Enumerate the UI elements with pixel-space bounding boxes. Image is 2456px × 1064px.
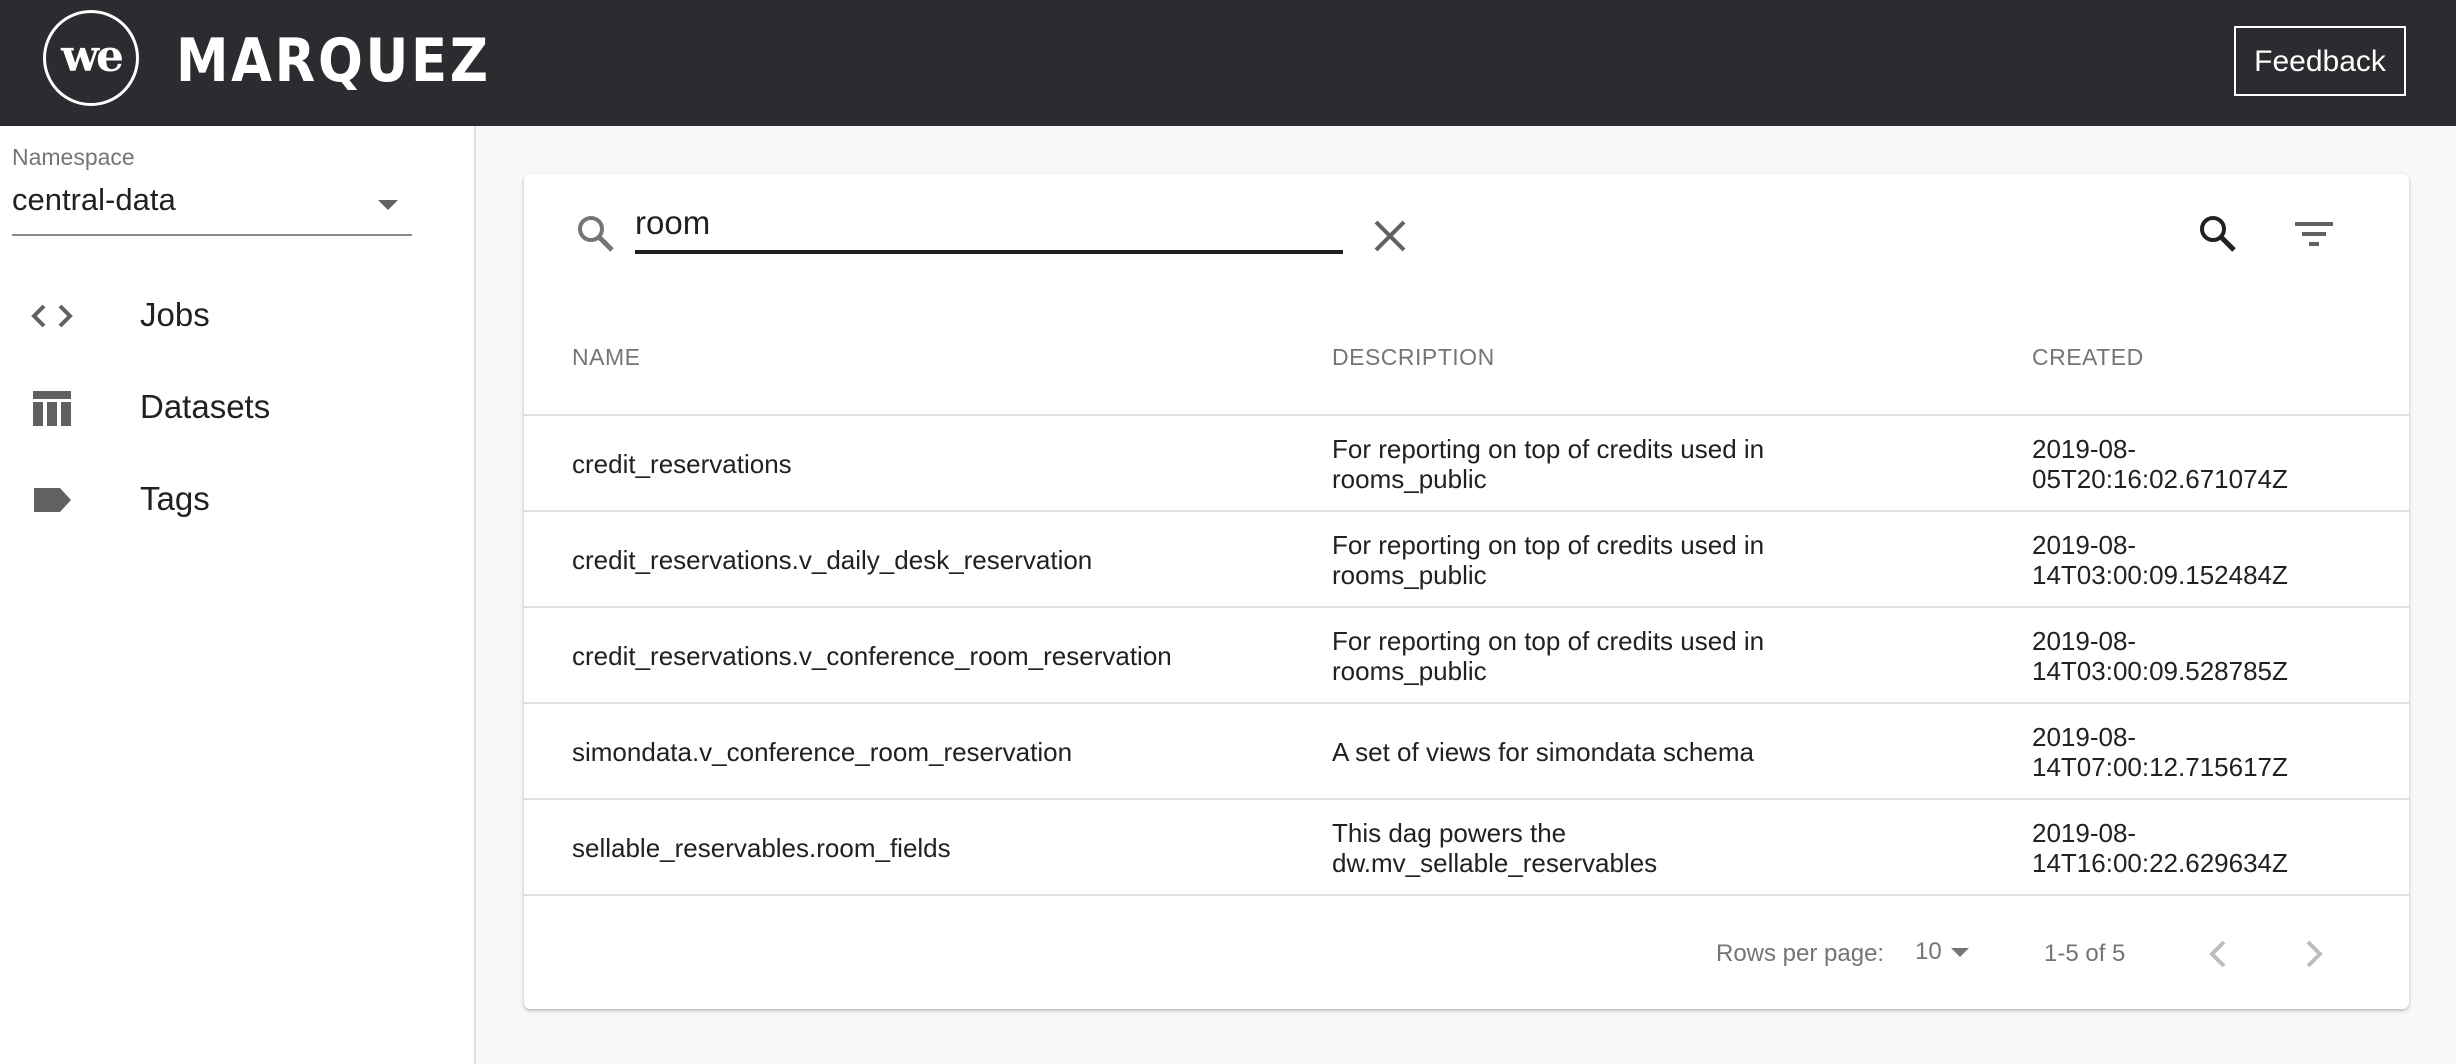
dataset-created: 2019-08- 14T03:00:09.152484Z — [2032, 530, 2332, 590]
code-icon — [31, 304, 73, 328]
datasets-card: NAME DESCRIPTION CREATED credit_reservat… — [524, 174, 2409, 1009]
namespace-value: central-data — [12, 182, 176, 217]
sidebar-item-tags[interactable]: Tags — [0, 460, 474, 540]
sidebar-item-datasets[interactable]: Datasets — [0, 368, 474, 448]
chevron-right-icon[interactable] — [2296, 934, 2332, 974]
description-line: dw.mv_sellable_reservables — [1332, 848, 1658, 878]
created-line: 05T20:16:02.671074Z — [2032, 464, 2288, 494]
created-line: 2019-08- — [2032, 722, 2137, 752]
description-line: rooms_public — [1332, 656, 1487, 686]
sidebar-item-jobs[interactable]: Jobs — [0, 276, 474, 356]
table-row[interactable]: sellable_reservables.room_fields This da… — [524, 800, 2409, 896]
created-line: 2019-08- — [2032, 530, 2137, 560]
description-line: This dag powers the — [1332, 818, 1567, 848]
table-row[interactable]: simondata.v_conference_room_reservation … — [524, 704, 2409, 800]
app-bar: we MARQUEZ Feedback — [0, 0, 2456, 126]
pagination-range: 1-5 of 5 — [2044, 940, 2126, 967]
dataset-name[interactable]: simondata.v_conference_room_reservation — [572, 737, 1072, 767]
search-icon — [578, 216, 614, 252]
created-line: 2019-08- — [2032, 626, 2137, 656]
dataset-name[interactable]: credit_reservations.v_daily_desk_reserva… — [572, 545, 1092, 575]
rows-per-page-value: 10 — [1915, 938, 1942, 965]
dataset-name[interactable]: credit_reservations — [572, 449, 792, 479]
sidebar: Namespace central-data Jobs Datasets Tag… — [0, 126, 476, 1064]
sidebar-item-label: Datasets — [140, 388, 271, 425]
table-row[interactable]: credit_reservations For reporting on top… — [524, 416, 2409, 512]
description-line: rooms_public — [1332, 464, 1487, 494]
column-header-created[interactable]: CREATED — [2032, 344, 2144, 371]
close-icon[interactable] — [1372, 218, 1408, 254]
dataset-description: A set of views for simondata schema — [1332, 737, 1812, 767]
dataset-name[interactable]: sellable_reservables.room_fields — [572, 833, 951, 863]
description-line: For reporting on top of credits used in — [1332, 530, 1765, 560]
dataset-created: 2019-08- 14T07:00:12.715617Z — [2032, 722, 2332, 782]
label-icon — [34, 488, 71, 512]
created-line: 14T03:00:09.152484Z — [2032, 560, 2288, 590]
description-line: A set of views for simondata schema — [1332, 737, 1754, 767]
search-icon[interactable] — [2196, 212, 2240, 256]
created-line: 14T07:00:12.715617Z — [2032, 752, 2288, 782]
dataset-created: 2019-08- 14T03:00:09.528785Z — [2032, 626, 2332, 686]
dataset-description: For reporting on top of credits used in … — [1332, 626, 1812, 686]
created-line: 14T16:00:22.629634Z — [2032, 848, 2288, 878]
description-line: For reporting on top of credits used in — [1332, 434, 1765, 464]
created-line: 14T03:00:09.528785Z — [2032, 656, 2288, 686]
table-row[interactable]: credit_reservations.v_conference_room_re… — [524, 608, 2409, 704]
namespace-label: Namespace — [12, 144, 135, 170]
namespace-select[interactable]: central-data — [12, 182, 412, 236]
description-line: For reporting on top of credits used in — [1332, 626, 1765, 656]
feedback-button[interactable]: Feedback — [2234, 26, 2406, 96]
dataset-created: 2019-08- 05T20:16:02.671074Z — [2032, 434, 2332, 494]
brand-title[interactable]: MARQUEZ — [176, 26, 491, 96]
dataset-name[interactable]: credit_reservations.v_conference_room_re… — [572, 641, 1172, 671]
we-logo[interactable]: we — [43, 10, 139, 106]
sidebar-item-label: Tags — [140, 480, 210, 517]
table-row[interactable]: credit_reservations.v_daily_desk_reserva… — [524, 512, 2409, 608]
chevron-down-icon — [1951, 948, 1969, 957]
description-line: rooms_public — [1332, 560, 1487, 590]
column-header-name[interactable]: NAME — [572, 344, 640, 371]
dataset-description: For reporting on top of credits used in … — [1332, 434, 1812, 494]
chevron-down-icon — [378, 200, 398, 210]
search-input[interactable] — [635, 196, 1343, 254]
column-header-description[interactable]: DESCRIPTION — [1332, 344, 1495, 371]
logo-text: we — [61, 30, 124, 82]
created-line: 2019-08- — [2032, 818, 2137, 848]
dataset-created: 2019-08- 14T16:00:22.629634Z — [2032, 818, 2332, 878]
sidebar-item-label: Jobs — [140, 296, 210, 333]
dataset-description: This dag powers the dw.mv_sellable_reser… — [1332, 818, 1812, 878]
created-line: 2019-08- — [2032, 434, 2137, 464]
filter-list-icon[interactable] — [2292, 214, 2336, 254]
rows-per-page-label: Rows per page: — [1716, 940, 1885, 967]
chevron-left-icon[interactable] — [2200, 934, 2236, 974]
dataset-description: For reporting on top of credits used in … — [1332, 530, 1812, 590]
table-icon — [33, 391, 71, 426]
rows-per-page-select[interactable]: 10 — [1915, 938, 1975, 968]
